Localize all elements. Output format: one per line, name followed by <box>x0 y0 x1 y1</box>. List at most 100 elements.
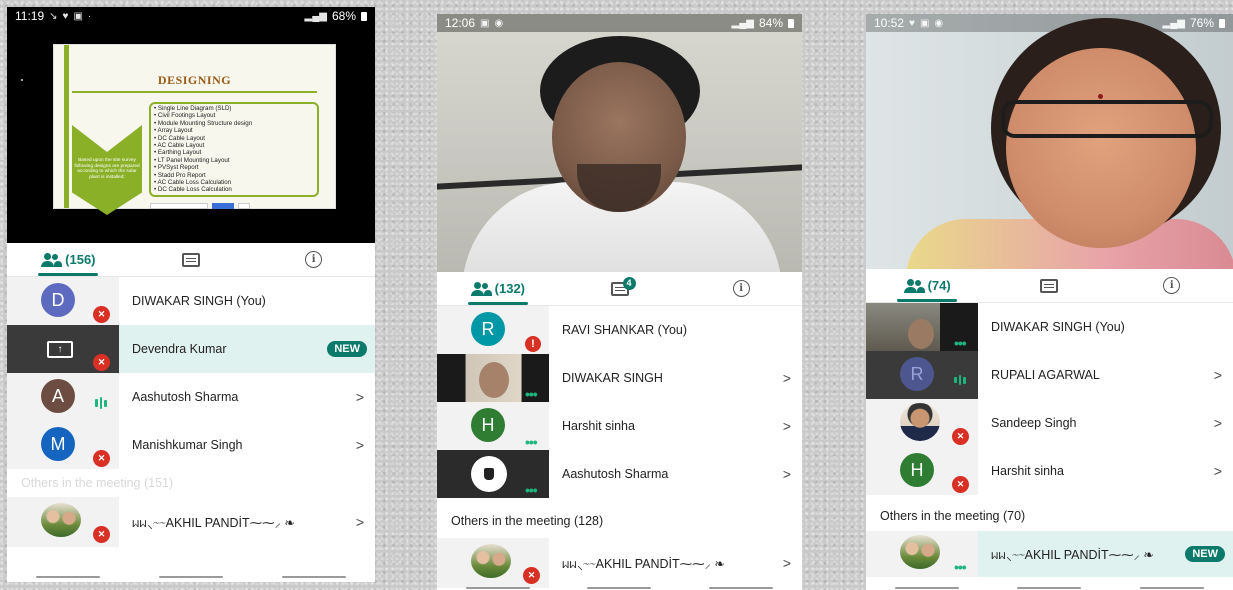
chevron-right-icon[interactable]: > <box>1203 463 1233 479</box>
mic-muted-icon: ✕ <box>952 476 969 493</box>
participant-name: DIWAKAR SINGH <box>562 371 663 385</box>
glasses <box>1001 100 1213 138</box>
slide-title: DESIGNING <box>157 73 232 87</box>
avatar <box>471 544 511 578</box>
participant-thumb: ••• <box>437 450 549 498</box>
tab-info[interactable]: i <box>1111 269 1233 302</box>
participant-row[interactable]: R RUPALI AGARWAL > <box>866 351 1233 399</box>
tab-people[interactable]: (74) <box>866 269 988 302</box>
speaking-icon <box>954 375 966 385</box>
status-bar: 11:19 ↘ ♥ ▣ · ▂▄▆ 68% <box>7 7 375 25</box>
status-time: 10:52 <box>874 16 905 30</box>
chevron-right-icon[interactable]: > <box>772 370 802 386</box>
tab-chat[interactable]: 4 <box>559 272 681 305</box>
participant-thumb: H ••• <box>437 402 549 450</box>
participant-row[interactable]: ✕ ᥕᥕ⸜⁓⁓AKHIL PANDİT⁓⁓⸝ ❧ > <box>7 497 375 547</box>
info-icon: i <box>305 251 323 268</box>
shared-slide: DESIGNING Single Line Diagram (SLD) Civi… <box>53 44 336 215</box>
slide-bullet: AC Cable Layout <box>154 142 252 149</box>
participant-name: DIWAKAR SINGH (You) <box>132 294 266 308</box>
people-icon <box>470 281 492 296</box>
participant-thumb: A <box>7 373 119 421</box>
tab-chat[interactable] <box>988 269 1110 302</box>
slide-bullet: Stadd Pro Report <box>154 172 252 179</box>
tab-chat[interactable] <box>130 243 253 276</box>
tab-people[interactable]: (156) <box>7 243 130 276</box>
more-dots-icon: ••• <box>525 386 538 402</box>
participant-thumb: ✕ <box>866 399 978 447</box>
participant-row[interactable]: ✕ ᥕᥕ⸜⁓⁓AKHIL PANDİT⁓⁓⸝ ❧ > <box>437 538 802 588</box>
participant-row[interactable]: M ✕ Manishkumar Singh > <box>7 421 375 469</box>
participant-row[interactable]: H ✕ Harshit sinha > <box>866 447 1233 495</box>
more-dots-icon: ••• <box>525 482 538 498</box>
others-header: Others in the meeting (151) <box>7 469 375 497</box>
participant-name: Aashutosh Sharma <box>132 390 239 404</box>
chevron-right-icon[interactable]: > <box>345 514 375 530</box>
nav-handle <box>7 576 375 578</box>
tab-people[interactable]: (132) <box>437 272 559 305</box>
chevron-right-icon[interactable]: > <box>1203 367 1233 383</box>
chevron-right-icon[interactable]: > <box>1203 415 1233 431</box>
others-header: Others in the meeting (70) <box>866 495 1233 531</box>
participant-row[interactable]: ••• Aashutosh Sharma > <box>437 450 802 498</box>
participant-thumb: ✕ <box>437 538 549 588</box>
mic-muted-icon: ✕ <box>93 450 110 467</box>
participant-row[interactable]: ••• DIWAKAR SINGH > <box>437 354 802 402</box>
battery-level: 68% <box>331 9 356 23</box>
participant-name: RAVI SHANKAR (You) <box>562 323 688 337</box>
nav-handle <box>437 587 802 589</box>
chevron-right-icon[interactable]: > <box>772 466 802 482</box>
participant-thumb: R ! <box>437 306 549 354</box>
participant-name: DIWAKAR SINGH (You) <box>991 320 1125 334</box>
tab-bar: (132) 4 i <box>437 272 802 306</box>
avatar <box>900 403 940 441</box>
avatar: H <box>900 453 934 487</box>
nav-handle <box>866 587 1233 589</box>
heart-icon: ♥ <box>909 17 915 29</box>
avatar: H <box>471 408 505 442</box>
avatar <box>41 503 81 537</box>
slide-bullet: Earthing Layout <box>154 149 252 156</box>
participant-name: ᥕᥕ⸜⁓⁓AKHIL PANDİT⁓⁓⸝ ❧ <box>562 556 725 571</box>
participant-row[interactable]: H ••• Harshit sinha > <box>437 402 802 450</box>
tab-info[interactable]: i <box>252 243 375 276</box>
participant-thumb: D ✕ <box>7 277 119 325</box>
new-badge: NEW <box>1185 546 1225 562</box>
avatar: D <box>41 283 75 317</box>
participant-row[interactable]: ✕ Sandeep Singh > <box>866 399 1233 447</box>
camera-view: 10:52 ♥ ▣ ◉ ▂▄▆ 76% <box>866 14 1233 269</box>
heart-icon: ♥ <box>62 10 69 22</box>
battery-icon <box>788 18 794 28</box>
avatar <box>900 535 940 569</box>
person-face <box>908 319 934 349</box>
chat-icon <box>1040 278 1059 293</box>
participant-thumb: ✕ <box>7 497 119 547</box>
participant-row[interactable]: ••• ᥕᥕ⸜⁓⁓AKHIL PANDİT⁓⁓⸝ ❧ NEW <box>866 531 1233 577</box>
chevron-right-icon[interactable]: > <box>772 418 802 434</box>
participant-row[interactable]: R ! RAVI SHANKAR (You) <box>437 306 802 354</box>
slide-bullet: DC Cable Loss Calculation <box>154 186 252 193</box>
tab-bar: (156) i <box>7 243 375 277</box>
signal-icon: ▂▄▆ <box>304 10 327 22</box>
more-dots-icon: ••• <box>954 559 967 575</box>
battery-icon <box>1219 18 1225 28</box>
participant-row[interactable]: D ✕ DIWAKAR SINGH (You) <box>7 277 375 325</box>
chevron-right-icon[interactable]: > <box>345 389 375 405</box>
phone-screen-1: 11:19 ↘ ♥ ▣ · ▂▄▆ 68% DESIGNING Single L… <box>7 7 375 582</box>
tab-info[interactable]: i <box>680 272 802 305</box>
mic-muted-icon: ✕ <box>952 428 969 445</box>
participant-thumb: M ✕ <box>7 421 119 469</box>
chat-icon: 4 <box>610 276 636 296</box>
participant-row[interactable]: ••• DIWAKAR SINGH (You) <box>866 303 1233 351</box>
chevron-right-icon[interactable]: > <box>772 555 802 571</box>
people-count: (156) <box>65 252 96 267</box>
more-dots-icon: ••• <box>954 335 967 351</box>
chevron-right-icon[interactable]: > <box>345 437 375 453</box>
participant-row[interactable]: ↑ ✕ Devendra Kumar NEW <box>7 325 375 373</box>
participant-row[interactable]: A Aashutosh Sharma > <box>7 373 375 421</box>
signal-icon: ▂▄▆ <box>1162 17 1185 29</box>
gallery-icon: ▣ <box>480 17 490 29</box>
status-time: 11:19 <box>15 9 45 23</box>
person-face <box>479 362 509 398</box>
slide-mini-input <box>150 203 208 209</box>
